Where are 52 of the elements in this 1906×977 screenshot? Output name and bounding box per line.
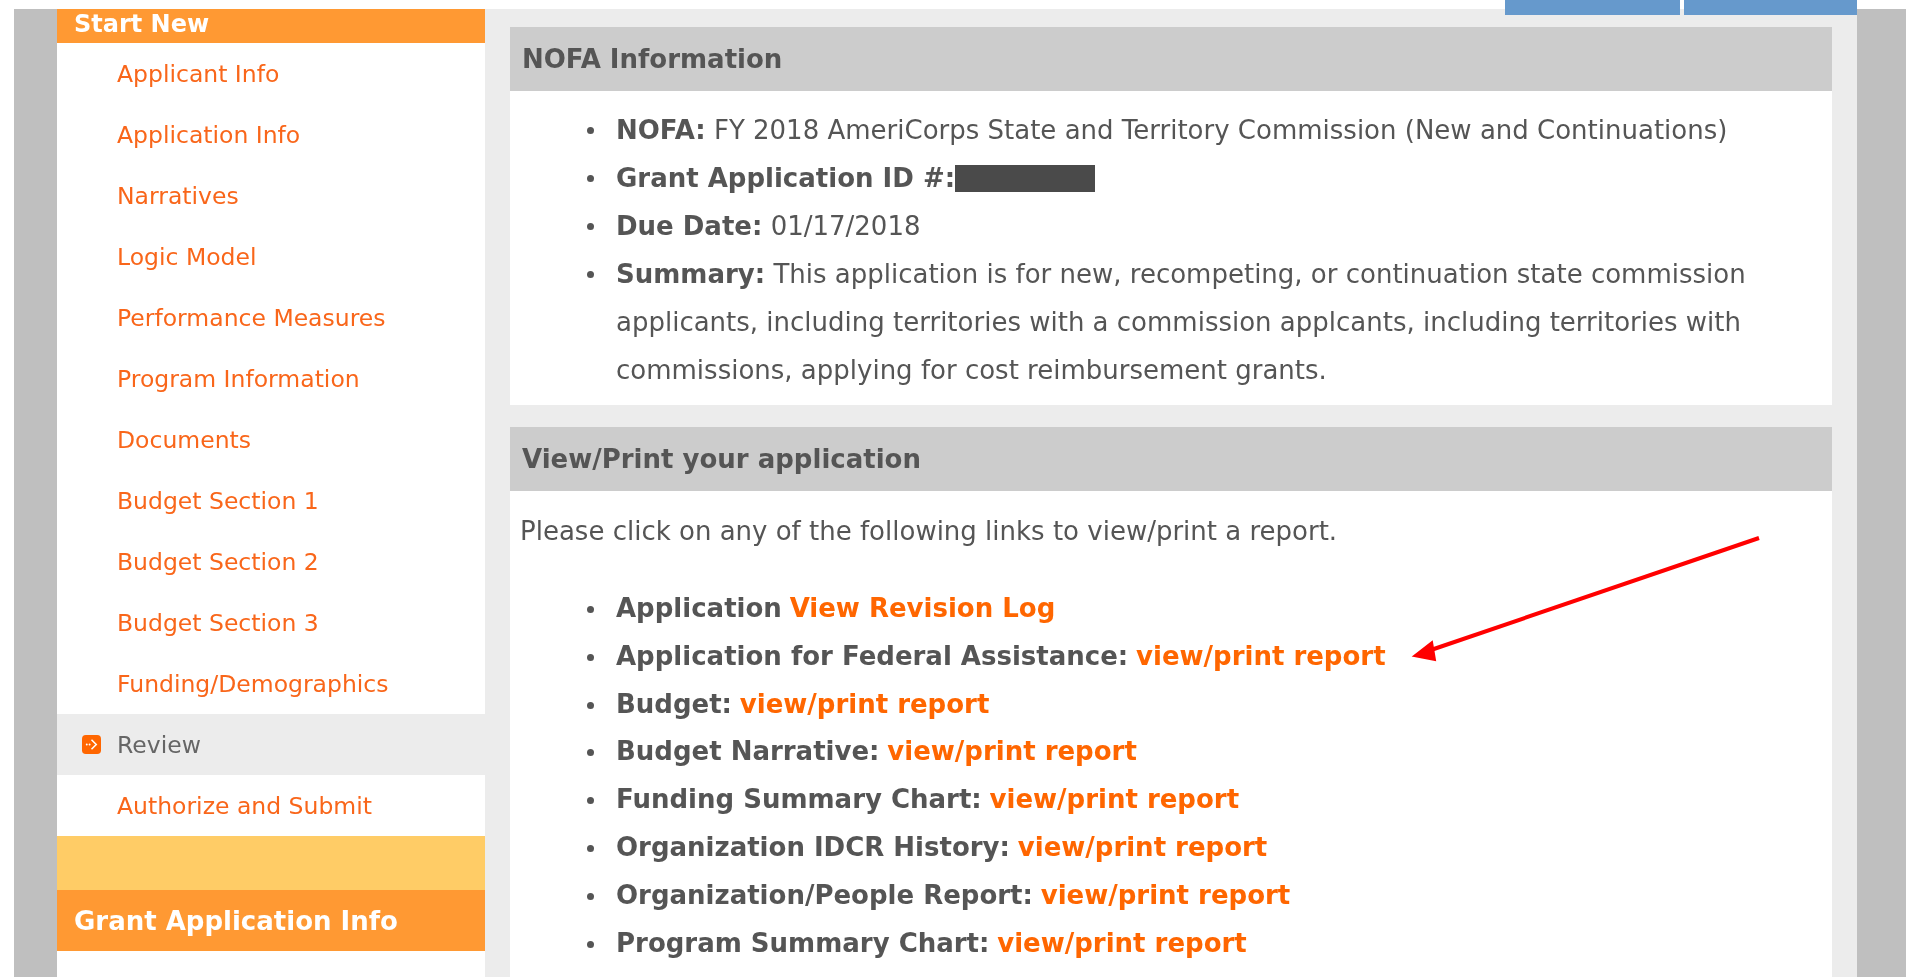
report-link[interactable]: view/print report xyxy=(1136,640,1386,671)
report-link[interactable]: view/print report xyxy=(1040,879,1291,910)
sidebar-item[interactable]: Narratives xyxy=(57,165,485,226)
info-text: Due Date: 01/17/2018 xyxy=(616,211,921,241)
info-text: NOFA: FY 2018 AmeriCorps State and Territory Commission (New and Continuations) xyxy=(616,115,1728,145)
bullet xyxy=(587,797,594,805)
report-label: Application for Federal Assistance: xyxy=(616,640,1129,671)
bullet xyxy=(587,892,594,900)
info-text: Summary: This application is for new, recompeting, or continuation state commission applicants, including territories with a commission applcants, including territories with commissions, applying for cost reimbursement grants. xyxy=(616,259,1746,385)
panel-header: NOFA Information xyxy=(510,27,1832,91)
bullet xyxy=(587,749,594,757)
report-label: Budget Narrative: xyxy=(616,736,880,767)
sidebar-item[interactable]: Performance Measures xyxy=(57,287,485,348)
sidebar-item[interactable]: Budget Section 2 xyxy=(57,531,485,592)
sidebar-item[interactable]: Program Information xyxy=(57,348,485,409)
report-label: Organization/People Report: xyxy=(616,879,1033,910)
bullet xyxy=(587,701,594,709)
tab[interactable] xyxy=(1505,0,1680,15)
sidebar-item[interactable]: Review xyxy=(57,714,485,775)
bullet xyxy=(587,127,594,134)
bullet xyxy=(587,845,594,852)
intro-text: Please click on any of the following links to view/print a report. xyxy=(519,515,1339,548)
report-label: Program Summary Chart: xyxy=(616,927,990,958)
bullet xyxy=(587,175,594,182)
sidebar-header: Start New xyxy=(57,9,485,43)
sidebar-item[interactable]: Applicant Info xyxy=(57,43,485,104)
report-link[interactable]: view/print report xyxy=(739,688,990,719)
bullet xyxy=(587,223,594,230)
sidebar-item[interactable]: Budget Section 3 xyxy=(57,592,485,653)
report-link[interactable]: view/print report xyxy=(887,736,1137,767)
report-label: Funding Summary Chart: xyxy=(616,784,982,815)
sidebar-item[interactable]: Logic Model xyxy=(57,226,485,287)
sidebar-item[interactable]: Budget Section 1 xyxy=(57,470,485,531)
report-link[interactable]: view/print report xyxy=(997,927,1247,958)
tab[interactable] xyxy=(1684,0,1857,15)
sidebar-header: Grant Application Info xyxy=(57,890,485,951)
bullet xyxy=(587,606,594,613)
report-link[interactable]: View Revision Log xyxy=(789,593,1056,623)
sidebar-item[interactable]: Documents xyxy=(57,409,485,470)
report-link[interactable]: view/print report xyxy=(989,784,1240,815)
sidebar-item[interactable]: Funding/Demographics xyxy=(57,653,485,714)
sidebar-item[interactable]: Application Info xyxy=(57,104,485,165)
report-label: Budget: xyxy=(616,688,732,719)
bullet xyxy=(587,271,594,278)
report-link[interactable]: view/print report xyxy=(1017,832,1268,862)
panel-header: View/Print your application xyxy=(510,427,1832,491)
report-label: Organization IDCR History: xyxy=(616,832,1010,862)
field-label: Grant Application ID #: xyxy=(616,162,956,195)
report-label: Application xyxy=(616,593,782,623)
bullet xyxy=(587,940,594,948)
bullet xyxy=(587,653,594,661)
sidebar-item[interactable]: Authorize and Submit xyxy=(57,775,485,836)
